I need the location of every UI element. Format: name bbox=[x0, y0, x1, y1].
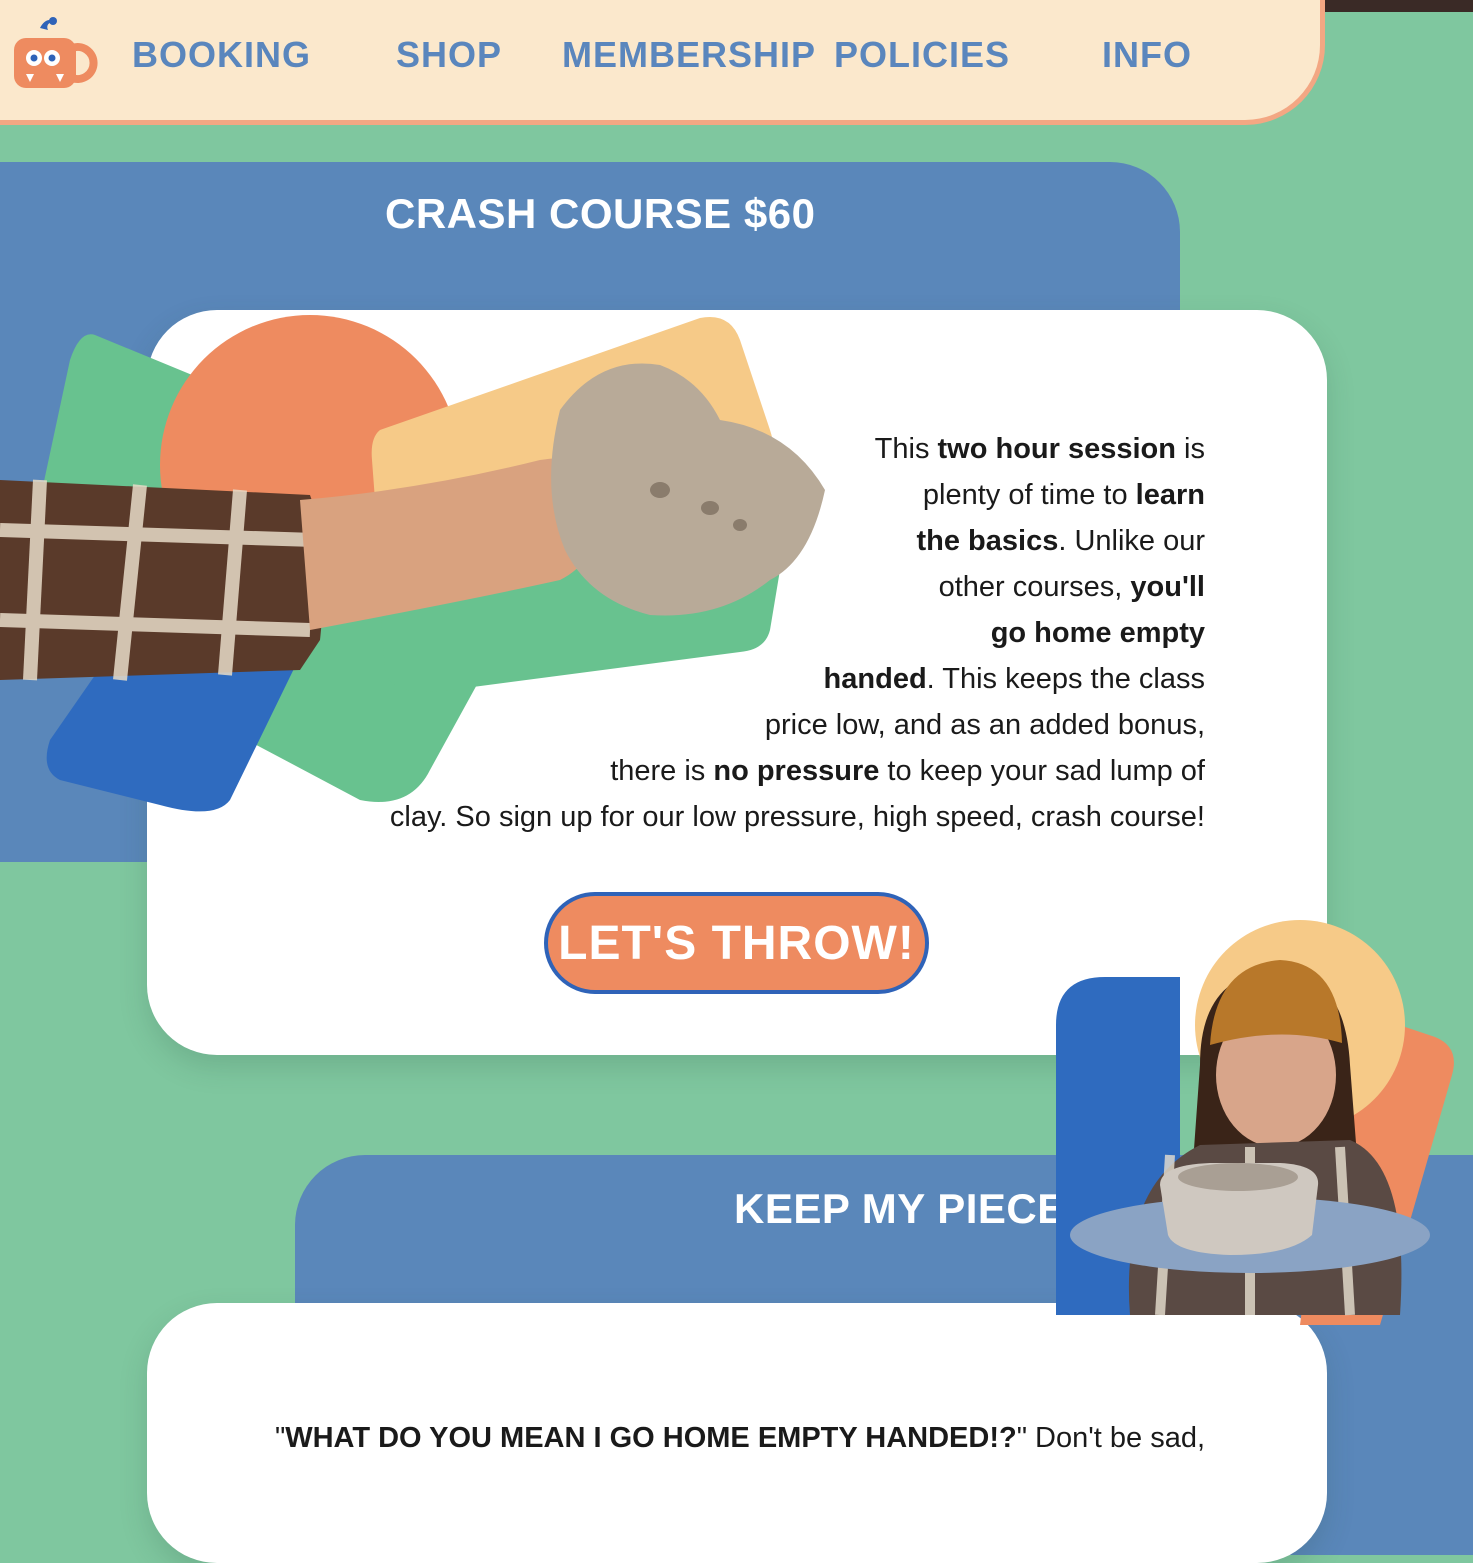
text: . Unlike our bbox=[1058, 525, 1205, 557]
description-line: the basics. Unlike our bbox=[300, 518, 1205, 564]
bold-text: learn bbox=[1135, 479, 1205, 511]
description-line: This two hour session is bbox=[300, 426, 1205, 472]
bold-text: no pressure bbox=[713, 755, 880, 787]
text: to keep your sad lump of bbox=[879, 755, 1205, 787]
text: plenty of time to bbox=[922, 479, 1136, 511]
text: clay. So sign up for our low pressure, h… bbox=[389, 801, 1205, 833]
quote-rest-text: Don't be sad, bbox=[1027, 1422, 1206, 1454]
nav-booking[interactable]: BOOKING bbox=[132, 34, 311, 76]
text: is bbox=[1176, 433, 1205, 465]
quote-open-mark: " bbox=[274, 1422, 286, 1454]
lets-throw-button[interactable]: LET'S THROW! bbox=[544, 892, 929, 994]
keep-piece-quote: "WHAT DO YOU MEAN I GO HOME EMPTY HANDED… bbox=[240, 1422, 1240, 1455]
description-line: go home empty bbox=[300, 610, 1205, 656]
description-line: clay. So sign up for our low pressure, h… bbox=[300, 794, 1205, 840]
nav-shop[interactable]: SHOP bbox=[396, 34, 502, 76]
bold-text: two hour session bbox=[937, 433, 1176, 465]
nav-membership[interactable]: MEMBERSHIP bbox=[562, 34, 816, 76]
person-holding-pot-photo bbox=[1056, 920, 1454, 1325]
nav-info[interactable]: INFO bbox=[1102, 34, 1192, 76]
bold-text: you'll bbox=[1130, 571, 1205, 603]
description-line: price low, and as an added bonus, bbox=[300, 702, 1205, 748]
text: This bbox=[874, 433, 938, 465]
nav-policies[interactable]: POLICIES bbox=[834, 34, 1010, 76]
bold-text: handed bbox=[823, 663, 927, 695]
header-photo-strip bbox=[1325, 0, 1473, 12]
description-line: plenty of time to learn bbox=[300, 472, 1205, 518]
bold-text: the basics bbox=[916, 525, 1059, 557]
text: . This keeps the class bbox=[926, 663, 1205, 695]
description-line: there is no pressure to keep your sad lu… bbox=[300, 748, 1205, 794]
text: price low, and as an added bonus, bbox=[764, 709, 1205, 741]
bold-text: go home empty bbox=[990, 617, 1205, 649]
quote-close-mark: " bbox=[1016, 1422, 1027, 1454]
quote-bold-text: WHAT DO YOU MEAN I GO HOME EMPTY HANDED!… bbox=[285, 1422, 1017, 1454]
description-line: handed. This keeps the class bbox=[300, 656, 1205, 702]
text: other courses, bbox=[938, 571, 1131, 603]
text: there is bbox=[610, 755, 714, 787]
crash-course-description: This two hour session is plenty of time t… bbox=[300, 426, 1205, 840]
mug-monster-logo-icon[interactable] bbox=[10, 8, 98, 92]
description-line: other courses, you'll bbox=[300, 564, 1205, 610]
crash-course-title: CRASH COURSE $60 bbox=[385, 190, 816, 237]
